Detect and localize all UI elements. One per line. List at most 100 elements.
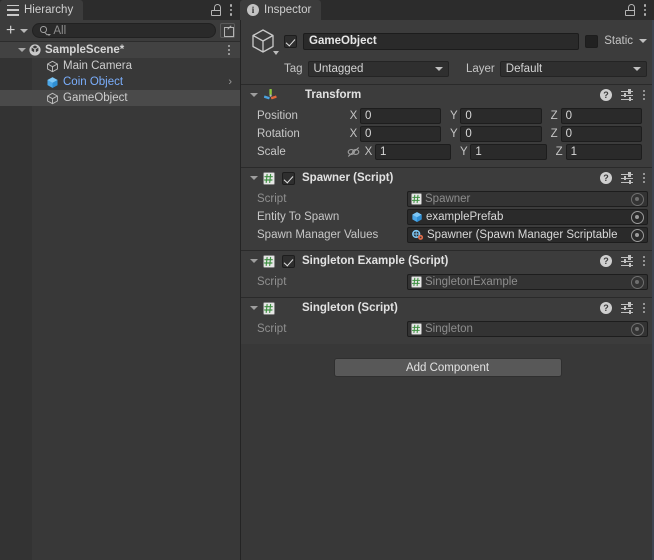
foldout-triangle-down-icon[interactable] [250, 176, 258, 180]
kebab-menu-icon[interactable] [642, 256, 646, 266]
transform-gizmo-icon [263, 88, 278, 103]
hierarchy-toolbar: + All [0, 20, 240, 42]
component-header-spawner-script[interactable]: Spawner (Script)? [241, 168, 654, 188]
object-field-entity-to-spawn[interactable]: examplePrefab [407, 209, 648, 225]
help-icon[interactable]: ? [600, 255, 612, 267]
foldout-triangle-down-icon[interactable] [250, 93, 258, 97]
gameobject-name-input[interactable]: GameObject [303, 32, 580, 50]
component-enabled-checkbox[interactable] [282, 254, 295, 268]
object-picker-button[interactable] [631, 322, 644, 336]
kebab-menu-icon[interactable] [642, 90, 646, 100]
scale-z-input[interactable]: 1 [565, 144, 642, 160]
foldout-triangle-down-icon[interactable] [18, 48, 26, 52]
add-component-button[interactable]: Add Component [333, 358, 562, 377]
transform-row-position: Position X 0 Y 0 Z 0 [247, 107, 648, 125]
axis-label-x: X [364, 146, 373, 158]
component-title: Transform [305, 89, 362, 101]
component-spawner-script: Spawner (Script)? Script Spawner Entity To … [241, 167, 654, 250]
csharp-script-icon [263, 301, 275, 315]
field-row-script: Script Spawner [247, 190, 648, 208]
component-body-spawner-script: Script Spawner Entity To Spawn examplePrefa… [241, 188, 654, 250]
help-icon[interactable]: ? [600, 302, 612, 314]
chevron-down-icon[interactable] [639, 39, 647, 43]
foldout-triangle-down-icon[interactable] [250, 259, 258, 263]
expand-window-icon[interactable] [220, 23, 235, 38]
lock-open-icon[interactable] [211, 4, 221, 16]
field-row-script: Script Singleton [247, 320, 648, 338]
scale-y-input[interactable]: 1 [470, 144, 547, 160]
gameobject-enabled-checkbox[interactable] [284, 34, 297, 48]
hierarchy-row-gameobject[interactable]: GameObject [0, 90, 240, 106]
component-header-singleton-script[interactable]: Singleton (Script)? [241, 298, 654, 318]
preset-settings-icon[interactable] [621, 301, 633, 315]
csharp-script-icon [411, 323, 422, 335]
component-enabled-checkbox[interactable] [282, 171, 295, 185]
rotation-z-input[interactable]: 0 [560, 126, 642, 142]
kebab-menu-icon[interactable] [642, 303, 646, 313]
tab-hierarchy[interactable]: Hierarchy [0, 0, 84, 20]
help-icon[interactable]: ? [600, 89, 612, 101]
hierarchy-row-label: Coin Object [63, 76, 124, 88]
position-x-input[interactable]: 0 [360, 108, 442, 124]
search-icon [40, 26, 52, 36]
hierarchy-tree[interactable]: SampleScene* Main Camera Coin Object › GameO… [0, 42, 240, 560]
object-field-script: Spawner [407, 191, 648, 207]
hierarchy-row-label: GameObject [63, 92, 128, 104]
hierarchy-row-main-camera[interactable]: Main Camera [0, 58, 240, 74]
field-label: Script [257, 193, 287, 205]
rotation-x-input[interactable]: 0 [360, 126, 442, 142]
chevron-down-icon[interactable] [20, 28, 29, 33]
rotation-y-input[interactable]: 0 [460, 126, 542, 142]
field-label: Spawn Manager Values [257, 229, 379, 241]
component-header-actions: ? [600, 171, 648, 185]
hierarchy-row-samplescene[interactable]: SampleScene* [0, 42, 240, 58]
field-row-script: Script SingletonExample [247, 273, 648, 291]
layer-dropdown[interactable]: Default [499, 61, 647, 77]
tab-hierarchy-label: Hierarchy [24, 4, 74, 16]
hierarchy-gutter [0, 42, 32, 560]
kebab-menu-icon[interactable] [229, 4, 233, 16]
object-field-value: Spawner [425, 193, 471, 205]
help-icon[interactable]: ? [600, 172, 612, 184]
position-y-input[interactable]: 0 [460, 108, 542, 124]
component-body-singleton-script: Script Singleton [241, 318, 654, 344]
object-picker-button[interactable] [631, 275, 644, 289]
object-picker-button[interactable] [631, 228, 644, 242]
preset-settings-icon[interactable] [621, 88, 633, 102]
chevron-down-icon [435, 67, 443, 71]
hierarchy-tabbar: Hierarchy [0, 0, 240, 20]
static-checkbox[interactable] [585, 34, 599, 48]
component-header-transform[interactable]: Transform? [241, 85, 654, 105]
component-title: Singleton Example (Script) [302, 255, 449, 267]
tab-inspector[interactable]: i Inspector [240, 0, 322, 20]
foldout-triangle-down-icon[interactable] [250, 306, 258, 310]
position-z-input[interactable]: 0 [560, 108, 642, 124]
vector3-field: X0Y0Z0 [347, 108, 648, 124]
axis-label-y: Y [449, 128, 458, 140]
object-field-value: Singleton [425, 323, 473, 335]
scale-x-input[interactable]: 1 [375, 144, 452, 160]
hierarchy-row-coin-object[interactable]: Coin Object › [0, 74, 240, 90]
tag-dropdown[interactable]: Untagged [307, 61, 449, 77]
create-button[interactable]: + [5, 23, 16, 39]
kebab-menu-icon[interactable] [642, 173, 646, 183]
kebab-menu-icon[interactable] [227, 45, 231, 55]
inspector-tabbar: i Inspector [240, 0, 654, 20]
scriptable-object-icon [411, 229, 424, 241]
lock-open-icon[interactable] [625, 4, 635, 16]
preset-settings-icon[interactable] [621, 171, 633, 185]
gameobject-tag-layer-row: Tag Untagged Layer Default [248, 61, 647, 77]
object-picker-button[interactable] [631, 210, 644, 224]
component-title: Singleton (Script) [302, 302, 398, 314]
object-field-spawn-manager-values[interactable]: Spawner (Spawn Manager Scriptable [407, 227, 648, 243]
search-input[interactable]: All [32, 23, 216, 38]
preset-settings-icon[interactable] [621, 254, 633, 268]
component-header-singleton-example-script[interactable]: Singleton Example (Script)? [241, 251, 654, 271]
field-label: Scale [257, 146, 286, 158]
kebab-menu-icon[interactable] [643, 4, 647, 16]
object-picker-button[interactable] [631, 192, 644, 206]
gameobject-cube-icon[interactable] [248, 26, 279, 56]
chevron-right-icon[interactable]: › [228, 76, 232, 88]
unlinked-constraint-icon[interactable] [347, 146, 360, 158]
prefab-cube-icon [46, 76, 59, 89]
